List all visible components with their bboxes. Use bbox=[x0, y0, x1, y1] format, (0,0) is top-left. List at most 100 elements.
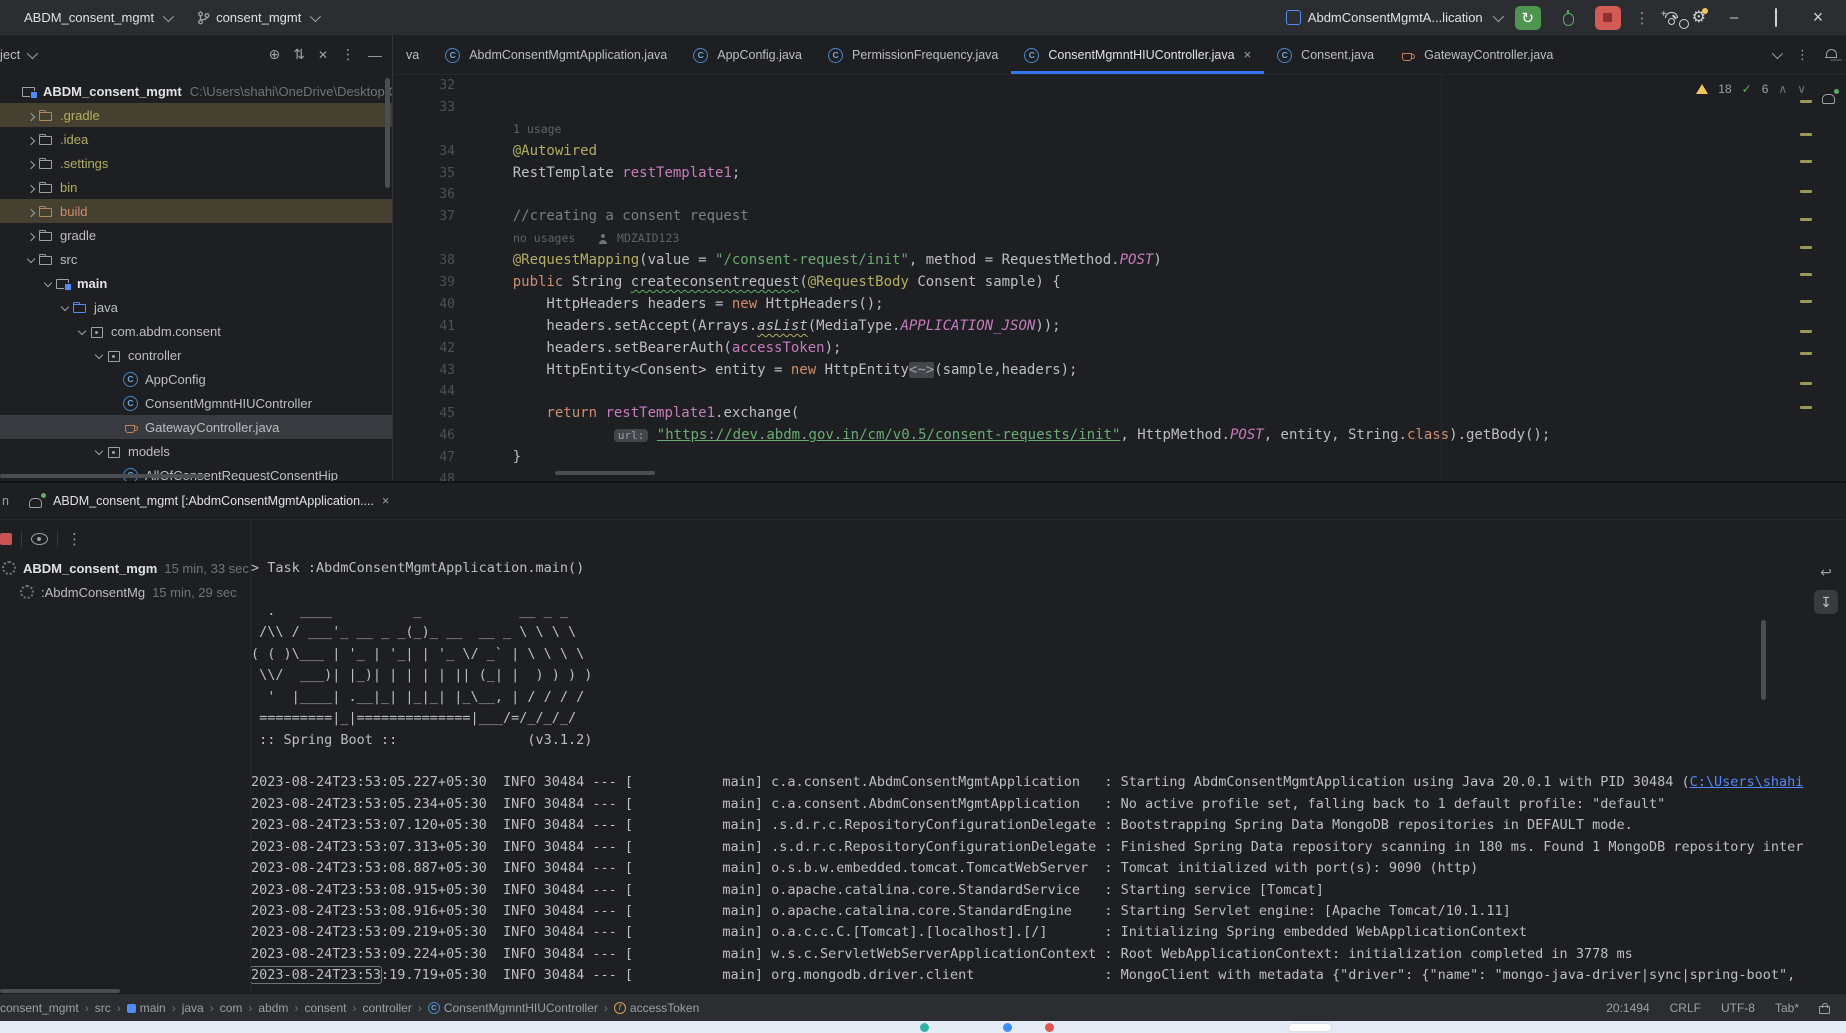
line-number[interactable] bbox=[393, 228, 479, 250]
tree-item-com-abdm-consent[interactable]: com.abdm.consent bbox=[0, 319, 392, 343]
breadcrumb-controller[interactable]: controller bbox=[362, 1001, 411, 1015]
breadcrumb-com[interactable]: com bbox=[220, 1001, 243, 1015]
code-editor[interactable]: 32331 usage34 @Autowired35 RestTemplate … bbox=[393, 74, 1846, 481]
tree-item-controller[interactable]: controller bbox=[0, 343, 392, 367]
breadcrumb-consent[interactable]: consent bbox=[304, 1001, 346, 1015]
breadcrumb-main[interactable]: main bbox=[127, 1001, 166, 1015]
breadcrumb-abdm[interactable]: abdm bbox=[258, 1001, 288, 1015]
tree-item-src[interactable]: src bbox=[0, 247, 392, 271]
line-number[interactable]: 32 bbox=[393, 75, 479, 97]
line-number[interactable]: 34 bbox=[393, 141, 479, 163]
stop-process-icon[interactable] bbox=[0, 533, 12, 545]
project-selector[interactable]: ABDM_consent_mgmt bbox=[24, 10, 171, 25]
tab-consent-java[interactable]: Consent.java bbox=[1264, 35, 1387, 74]
inspection-stripe[interactable] bbox=[1800, 74, 1812, 481]
tree-item-consentmgmnthiucontroller[interactable]: ConsentMgmntHIUController bbox=[0, 391, 392, 415]
project-tree-vertical-scrollbar[interactable] bbox=[385, 78, 390, 188]
stop-button[interactable] bbox=[1595, 6, 1621, 30]
hide-panel-icon[interactable]: — bbox=[368, 47, 382, 63]
debug-button[interactable] bbox=[1555, 10, 1581, 25]
project-tree-horizontal-scrollbar[interactable] bbox=[0, 474, 205, 478]
line-number[interactable]: 40 bbox=[393, 294, 479, 316]
project-panel-title[interactable]: ject bbox=[0, 47, 35, 62]
taskbar-icon[interactable] bbox=[1289, 1024, 1331, 1031]
inspections-widget[interactable]: 18 ✓ 6 ∧ ∨ bbox=[1696, 82, 1806, 96]
show-options-eye-icon[interactable] bbox=[31, 533, 48, 545]
indent-style[interactable]: Tab* bbox=[1775, 1001, 1799, 1015]
vcs-branch-selector[interactable]: consent_mgmt bbox=[197, 10, 318, 25]
maximize-button[interactable] bbox=[1762, 9, 1790, 26]
line-separator[interactable]: CRLF bbox=[1670, 1001, 1701, 1015]
line-number[interactable]: 44 bbox=[393, 381, 479, 403]
run-console-output[interactable]: > Task :AbdmConsentMgmtApplication.main(… bbox=[251, 520, 1846, 995]
line-number[interactable]: 39 bbox=[393, 272, 479, 294]
line-number[interactable]: 33 bbox=[393, 97, 479, 119]
tree-item-java[interactable]: java bbox=[0, 295, 392, 319]
lock-icon[interactable] bbox=[1819, 1003, 1830, 1014]
collapse-all-icon[interactable]: ✕ bbox=[318, 48, 328, 62]
tree-item-main[interactable]: main bbox=[0, 271, 392, 295]
locate-file-icon[interactable]: ⊕ bbox=[268, 46, 280, 63]
minimize-button[interactable]: – bbox=[1720, 9, 1748, 26]
breadcrumb-consent_mgmt[interactable]: consent_mgmt bbox=[0, 1001, 79, 1015]
prev-problem-icon[interactable]: ∧ bbox=[1778, 82, 1787, 96]
line-number[interactable]: 38 bbox=[393, 250, 479, 272]
breadcrumb-accesstoken[interactable]: accessToken bbox=[614, 1001, 699, 1015]
breadcrumb-java[interactable]: java bbox=[182, 1001, 204, 1015]
expand-collapse-icon[interactable]: ⇅ bbox=[293, 46, 305, 63]
tree-item-bin[interactable]: bin bbox=[0, 175, 392, 199]
tree-item-allofconsentrequestconsenthip[interactable]: AllOfConsentRequestConsentHip bbox=[0, 463, 392, 481]
line-number[interactable]: 47 bbox=[393, 447, 479, 469]
run-more-options-icon[interactable]: ⋮ bbox=[67, 530, 82, 548]
line-number[interactable]: 36 bbox=[393, 184, 479, 206]
line-number[interactable] bbox=[393, 119, 479, 141]
editor-horizontal-scrollbar[interactable] bbox=[555, 471, 655, 475]
tree-item--settings[interactable]: .settings bbox=[0, 151, 392, 175]
tab-appconfig-java[interactable]: AppConfig.java bbox=[680, 35, 815, 74]
tab-gatewaycontroller-java[interactable]: GatewayController.java bbox=[1387, 35, 1566, 74]
line-number[interactable]: 48 bbox=[393, 469, 479, 481]
tab-va[interactable]: va bbox=[393, 35, 432, 74]
more-actions-menu[interactable]: ⋮ bbox=[1635, 9, 1650, 27]
tree-item-abdm-consent-mgmt[interactable]: ABDM_consent_mgmtC:\Users\shahi\OneDrive… bbox=[0, 79, 392, 103]
tree-item--idea[interactable]: .idea bbox=[0, 127, 392, 151]
tab-abdmconsentmgmtapplication-java[interactable]: AbdmConsentMgmtApplication.java bbox=[432, 35, 680, 74]
settings-button[interactable]: ⚙ bbox=[1692, 10, 1706, 26]
tree-item--gradle[interactable]: .gradle bbox=[0, 103, 392, 127]
rerun-button[interactable]: ↻ bbox=[1515, 6, 1541, 30]
notifications-bell-icon[interactable] bbox=[1825, 48, 1838, 62]
tree-item-gatewaycontroller-java[interactable]: GatewayController.java bbox=[0, 415, 392, 439]
breadcrumb-consentmgmnthiucontroller[interactable]: ConsentMgmntHIUController bbox=[428, 1001, 598, 1015]
file-encoding[interactable]: UTF-8 bbox=[1721, 1001, 1755, 1015]
run-configuration-selector[interactable]: AbdmConsentMgmtA...lication bbox=[1286, 10, 1501, 25]
line-number[interactable]: 45 bbox=[393, 403, 479, 425]
hidden-tabs-chevron-icon[interactable] bbox=[1772, 47, 1783, 58]
console-vertical-scrollbar[interactable] bbox=[1761, 620, 1766, 700]
breadcrumb-src[interactable]: src bbox=[95, 1001, 111, 1015]
gradle-tool-icon[interactable] bbox=[1821, 89, 1838, 105]
run-process-root[interactable]: ABDM_consent_mgm 15 min, 33 sec bbox=[0, 556, 250, 580]
scroll-to-end-icon[interactable]: ↧ bbox=[1814, 590, 1838, 614]
line-number[interactable]: 41 bbox=[393, 316, 479, 338]
tab-options-icon[interactable]: ⋮ bbox=[1796, 47, 1809, 63]
panel-options-icon[interactable]: ⋮ bbox=[341, 46, 355, 63]
taskbar-icon[interactable] bbox=[1045, 1023, 1054, 1032]
run-tab[interactable]: ABDM_consent_mgmt [:AbdmConsentMgmtAppli… bbox=[28, 493, 389, 509]
tree-item-gradle[interactable]: gradle bbox=[0, 223, 392, 247]
close-icon[interactable]: × bbox=[382, 494, 389, 508]
taskbar-icon[interactable] bbox=[1003, 1023, 1012, 1032]
tree-item-models[interactable]: models bbox=[0, 439, 392, 463]
line-number[interactable]: 35 bbox=[393, 163, 479, 185]
run-process-child[interactable]: :AbdmConsentMg 15 min, 29 sec bbox=[0, 580, 250, 604]
line-number[interactable]: 42 bbox=[393, 338, 479, 360]
tab-permissionfrequency-java[interactable]: PermissionFrequency.java bbox=[815, 35, 1011, 74]
line-number[interactable]: 46 bbox=[393, 425, 479, 447]
tab-consentmgmnthiucontroller-java[interactable]: ConsentMgmntHIUController.java× bbox=[1011, 35, 1264, 74]
caret-position[interactable]: 20:1494 bbox=[1606, 1001, 1649, 1015]
line-number[interactable]: 37 bbox=[393, 206, 479, 228]
taskbar-icon[interactable] bbox=[920, 1023, 929, 1032]
line-number[interactable]: 43 bbox=[393, 360, 479, 382]
soft-wrap-icon[interactable]: ↩ bbox=[1814, 560, 1838, 584]
tree-item-build[interactable]: build bbox=[0, 199, 392, 223]
close-icon[interactable]: × bbox=[1244, 47, 1252, 62]
